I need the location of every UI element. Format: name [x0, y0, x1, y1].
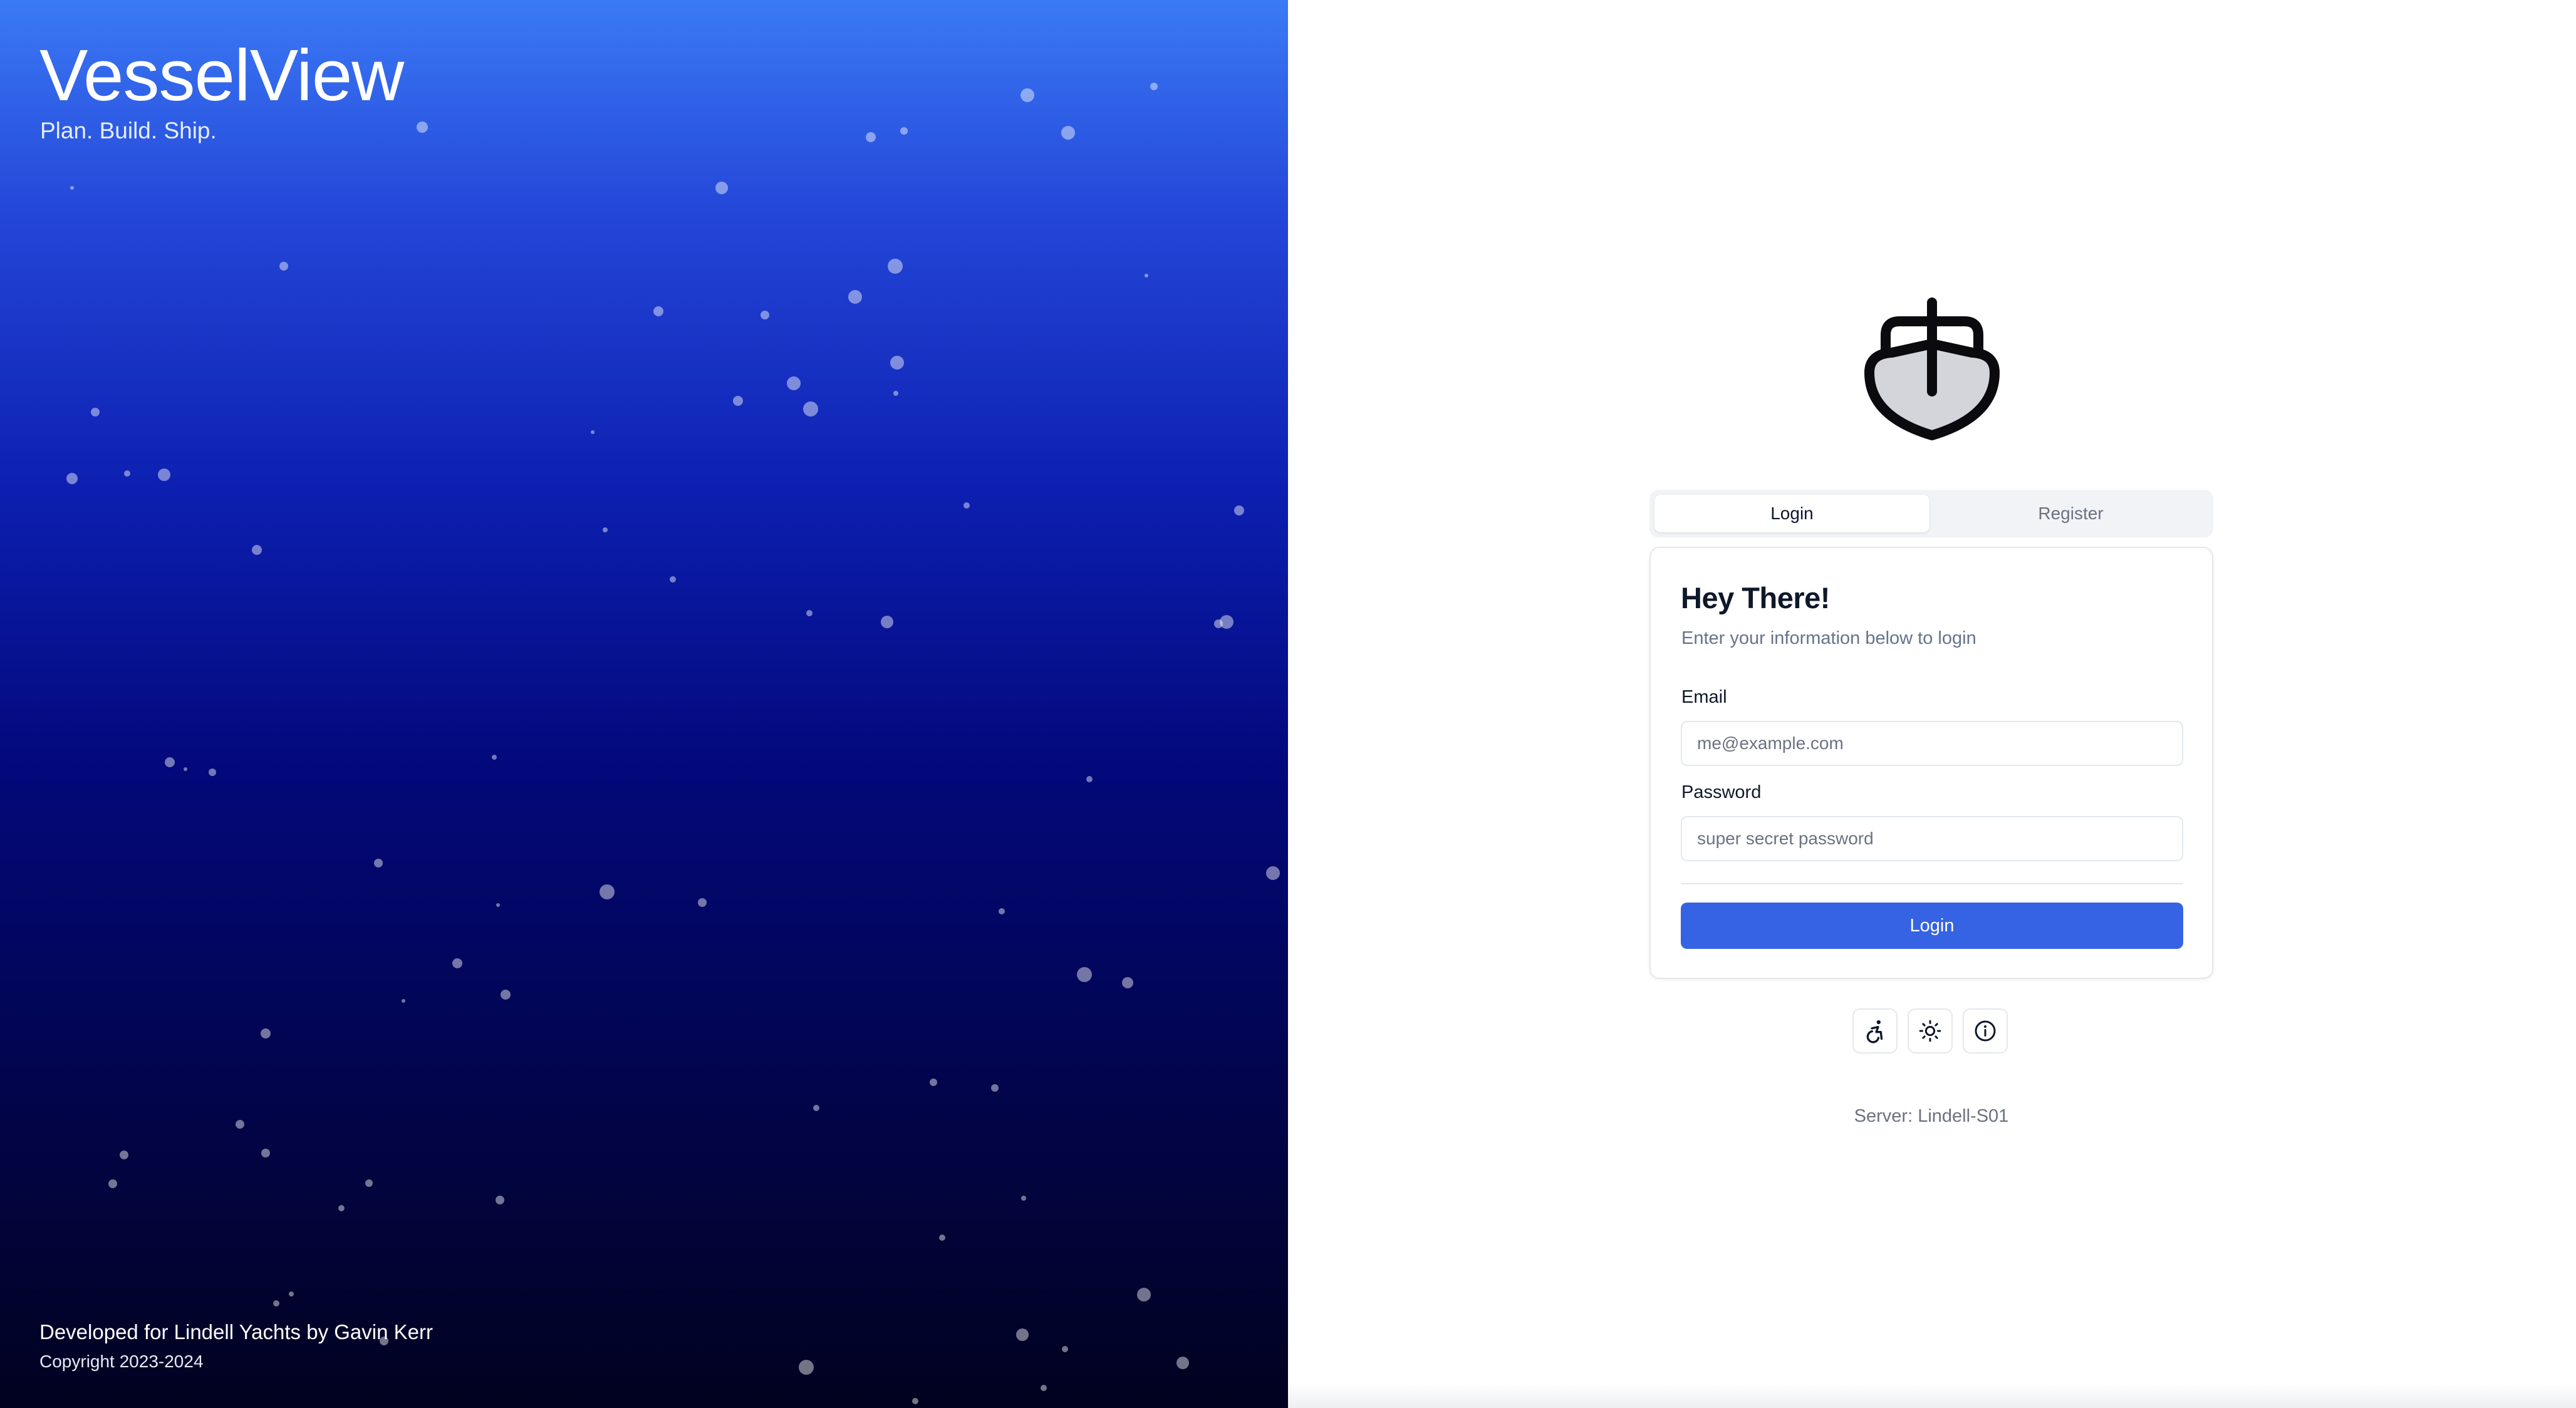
particles-canvas	[66, 83, 1280, 1404]
login-card: Hey There! Enter your information below …	[1649, 547, 2213, 979]
server-label: Server: Lindell-S01	[1854, 1106, 2009, 1126]
password-label: Password	[1681, 782, 1762, 802]
form-divider	[1681, 883, 2183, 884]
info-icon	[1975, 1020, 1996, 1042]
accessibility-button[interactable]	[1852, 1008, 1898, 1053]
auth-tabs: Login Register	[1649, 490, 2213, 537]
utility-toolbar	[1852, 1008, 2008, 1053]
star-particles	[0, 0, 1288, 1408]
tab-login[interactable]: Login	[1654, 495, 1929, 532]
bottom-shade	[1288, 1383, 2576, 1408]
email-field[interactable]	[1681, 721, 2183, 766]
card-title: Hey There!	[1681, 581, 1830, 614]
ship-icon	[1861, 291, 2003, 442]
login-page: VesselView Plan. Build. Ship. Developed …	[0, 0, 2576, 1408]
brand-tagline: Plan. Build. Ship.	[40, 118, 217, 143]
brand-title: VesselView	[39, 34, 404, 116]
card-subtitle: Enter your information below to login	[1681, 628, 1976, 648]
password-field[interactable]	[1681, 816, 2183, 861]
info-button[interactable]	[1963, 1008, 2008, 1053]
accessibility-icon	[1866, 1020, 1883, 1043]
hero-footer: Developed for Lindell Yachts by Gavin Ke…	[39, 1320, 433, 1372]
sun-icon	[1919, 1020, 1941, 1042]
theme-toggle-button[interactable]	[1908, 1008, 1953, 1053]
developer-credit: Developed for Lindell Yachts by Gavin Ke…	[39, 1320, 433, 1343]
copyright-notice: Copyright 2023-2024	[39, 1352, 204, 1371]
tab-register[interactable]: Register	[1933, 495, 2208, 532]
ship-logo-graphic	[1864, 298, 2000, 440]
login-button[interactable]: Login	[1681, 903, 2183, 949]
email-label: Email	[1681, 687, 1727, 707]
hero-panel: VesselView Plan. Build. Ship. Developed …	[0, 0, 1288, 1408]
